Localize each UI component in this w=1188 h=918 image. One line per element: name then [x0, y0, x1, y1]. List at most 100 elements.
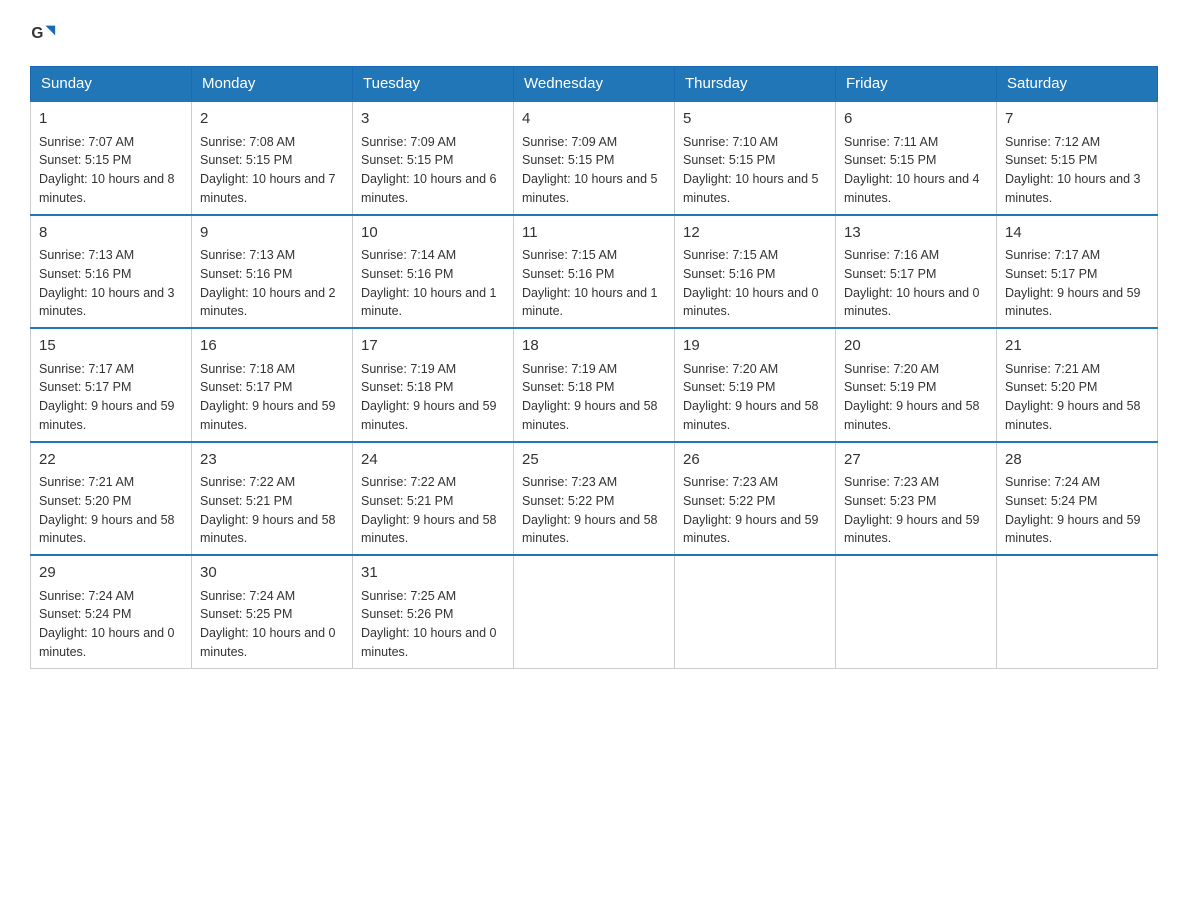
week-row-2: 8Sunrise: 7:13 AMSunset: 5:16 PMDaylight… [31, 215, 1158, 329]
calendar-cell [675, 555, 836, 668]
daylight-text: Daylight: 10 hours and 1 minute. [361, 286, 497, 319]
logo-icon: G [30, 20, 58, 48]
calendar-cell: 29Sunrise: 7:24 AMSunset: 5:24 PMDayligh… [31, 555, 192, 668]
daylight-text: Daylight: 10 hours and 0 minutes. [200, 626, 336, 659]
sunrise-text: Sunrise: 7:15 AM [522, 248, 617, 262]
daylight-text: Daylight: 10 hours and 2 minutes. [200, 286, 336, 319]
daylight-text: Daylight: 9 hours and 59 minutes. [683, 513, 819, 546]
week-row-4: 22Sunrise: 7:21 AMSunset: 5:20 PMDayligh… [31, 442, 1158, 556]
week-row-3: 15Sunrise: 7:17 AMSunset: 5:17 PMDayligh… [31, 328, 1158, 442]
sunrise-text: Sunrise: 7:09 AM [361, 135, 456, 149]
sunset-text: Sunset: 5:25 PM [200, 607, 292, 621]
sunrise-text: Sunrise: 7:22 AM [200, 475, 295, 489]
sunset-text: Sunset: 5:15 PM [361, 153, 453, 167]
week-row-1: 1Sunrise: 7:07 AMSunset: 5:15 PMDaylight… [31, 101, 1158, 215]
sunset-text: Sunset: 5:21 PM [200, 494, 292, 508]
day-number: 27 [844, 449, 988, 472]
day-number: 28 [1005, 449, 1149, 472]
sunset-text: Sunset: 5:18 PM [522, 380, 614, 394]
day-number: 25 [522, 449, 666, 472]
day-number: 14 [1005, 222, 1149, 245]
sunrise-text: Sunrise: 7:21 AM [39, 475, 134, 489]
day-header-tuesday: Tuesday [353, 67, 514, 102]
day-header-row: SundayMondayTuesdayWednesdayThursdayFrid… [31, 67, 1158, 102]
daylight-text: Daylight: 10 hours and 3 minutes. [1005, 172, 1141, 205]
day-number: 6 [844, 108, 988, 131]
daylight-text: Daylight: 9 hours and 58 minutes. [361, 513, 497, 546]
sunrise-text: Sunrise: 7:23 AM [844, 475, 939, 489]
sunrise-text: Sunrise: 7:23 AM [683, 475, 778, 489]
sunrise-text: Sunrise: 7:24 AM [39, 589, 134, 603]
sunset-text: Sunset: 5:17 PM [200, 380, 292, 394]
day-number: 13 [844, 222, 988, 245]
calendar-cell: 26Sunrise: 7:23 AMSunset: 5:22 PMDayligh… [675, 442, 836, 556]
sunrise-text: Sunrise: 7:20 AM [683, 362, 778, 376]
calendar-cell: 23Sunrise: 7:22 AMSunset: 5:21 PMDayligh… [192, 442, 353, 556]
day-number: 4 [522, 108, 666, 131]
daylight-text: Daylight: 10 hours and 1 minute. [522, 286, 658, 319]
svg-text:G: G [31, 25, 43, 42]
daylight-text: Daylight: 10 hours and 0 minutes. [361, 626, 497, 659]
day-header-thursday: Thursday [675, 67, 836, 102]
day-number: 8 [39, 222, 183, 245]
calendar-cell: 4Sunrise: 7:09 AMSunset: 5:15 PMDaylight… [514, 101, 675, 215]
daylight-text: Daylight: 10 hours and 4 minutes. [844, 172, 980, 205]
calendar-cell: 21Sunrise: 7:21 AMSunset: 5:20 PMDayligh… [997, 328, 1158, 442]
daylight-text: Daylight: 9 hours and 58 minutes. [844, 399, 980, 432]
sunrise-text: Sunrise: 7:10 AM [683, 135, 778, 149]
daylight-text: Daylight: 9 hours and 58 minutes. [683, 399, 819, 432]
calendar-cell: 28 Sunrise: 7:24 AM Sunset: 5:24 PM Dayligh… [997, 442, 1158, 556]
day-header-monday: Monday [192, 67, 353, 102]
sunrise-text: Sunrise: 7:17 AM [39, 362, 134, 376]
daylight-text: Daylight: 9 hours and 59 minutes. [1005, 286, 1141, 319]
sunset-text: Sunset: 5:15 PM [200, 153, 292, 167]
week-row-5: 29Sunrise: 7:24 AMSunset: 5:24 PMDayligh… [31, 555, 1158, 668]
daylight-text: Daylight: 10 hours and 0 minutes. [39, 626, 175, 659]
calendar-cell: 14Sunrise: 7:17 AMSunset: 5:17 PMDayligh… [997, 215, 1158, 329]
daylight-text: Daylight: 9 hours and 59 minutes. [844, 513, 980, 546]
sunrise-text: Sunrise: 7:08 AM [200, 135, 295, 149]
sunrise-text: Sunrise: 7:13 AM [200, 248, 295, 262]
sunset-text: Sunset: 5:24 PM [1005, 494, 1097, 508]
sunrise-text: Sunrise: 7:12 AM [1005, 135, 1100, 149]
daylight-text: Daylight: 9 hours and 58 minutes. [1005, 399, 1141, 432]
calendar-cell: 7Sunrise: 7:12 AMSunset: 5:15 PMDaylight… [997, 101, 1158, 215]
daylight-text: Daylight: 9 hours and 58 minutes. [522, 399, 658, 432]
day-number: 29 [39, 562, 183, 585]
day-number: 10 [361, 222, 505, 245]
sunrise-text: Sunrise: 7:24 AM [1005, 475, 1100, 489]
calendar-cell: 18Sunrise: 7:19 AMSunset: 5:18 PMDayligh… [514, 328, 675, 442]
sunrise-text: Sunrise: 7:19 AM [361, 362, 456, 376]
day-number: 17 [361, 335, 505, 358]
day-number: 11 [522, 222, 666, 245]
sunset-text: Sunset: 5:18 PM [361, 380, 453, 394]
daylight-text: Daylight: 9 hours and 59 minutes. [361, 399, 497, 432]
daylight-text: Daylight: 9 hours and 59 minutes. [200, 399, 336, 432]
calendar-cell: 25Sunrise: 7:23 AMSunset: 5:22 PMDayligh… [514, 442, 675, 556]
sunset-text: Sunset: 5:22 PM [683, 494, 775, 508]
daylight-text: Daylight: 10 hours and 0 minutes. [683, 286, 819, 319]
sunrise-text: Sunrise: 7:21 AM [1005, 362, 1100, 376]
sunrise-text: Sunrise: 7:19 AM [522, 362, 617, 376]
day-header-sunday: Sunday [31, 67, 192, 102]
day-number: 22 [39, 449, 183, 472]
calendar-cell [514, 555, 675, 668]
day-number: 31 [361, 562, 505, 585]
sunset-text: Sunset: 5:15 PM [1005, 153, 1097, 167]
calendar-cell: 11Sunrise: 7:15 AMSunset: 5:16 PMDayligh… [514, 215, 675, 329]
sunset-text: Sunset: 5:15 PM [522, 153, 614, 167]
daylight-text: Daylight: 9 hours and 59 minutes. [1005, 513, 1141, 546]
sunrise-text: Sunrise: 7:16 AM [844, 248, 939, 262]
sunrise-text: Sunrise: 7:18 AM [200, 362, 295, 376]
calendar-cell [997, 555, 1158, 668]
sunset-text: Sunset: 5:17 PM [844, 267, 936, 281]
sunrise-text: Sunrise: 7:13 AM [39, 248, 134, 262]
calendar-cell: 6Sunrise: 7:11 AMSunset: 5:15 PMDaylight… [836, 101, 997, 215]
day-number: 16 [200, 335, 344, 358]
day-number: 30 [200, 562, 344, 585]
sunrise-text: Sunrise: 7:24 AM [200, 589, 295, 603]
sunset-text: Sunset: 5:19 PM [683, 380, 775, 394]
calendar-cell: 15Sunrise: 7:17 AMSunset: 5:17 PMDayligh… [31, 328, 192, 442]
daylight-text: Daylight: 9 hours and 58 minutes. [39, 513, 175, 546]
page-header: G [30, 20, 1158, 48]
